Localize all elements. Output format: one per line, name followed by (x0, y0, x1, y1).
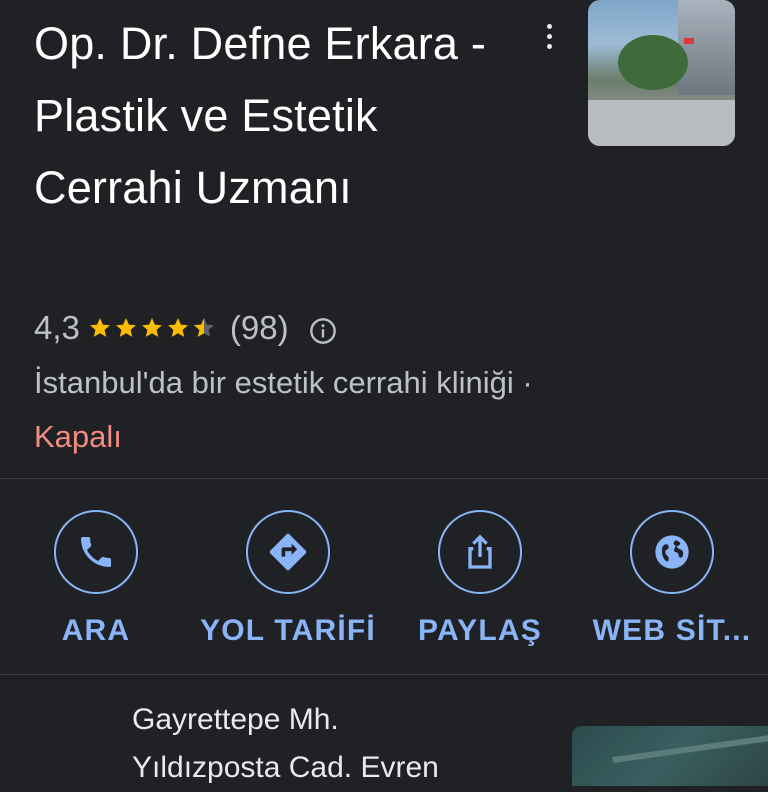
place-category-status: İstanbul'da bir estetik cerrahi kliniği … (34, 356, 554, 464)
directions-label: YOL TARİFİ (200, 614, 376, 647)
address[interactable]: Gayrettepe Mh. Yıldızposta Cad. Evren (132, 696, 552, 792)
star-half-icon (193, 318, 214, 337)
info-icon[interactable] (309, 317, 337, 345)
website-button[interactable]: WEB SİT... (587, 510, 757, 650)
directions-button[interactable]: YOL TARİFİ (200, 510, 376, 650)
map-thumbnail[interactable] (572, 726, 768, 786)
star-icon (89, 318, 110, 337)
rating-stars (88, 316, 218, 340)
star-icon (115, 318, 136, 337)
place-photo-thumbnail[interactable] (588, 0, 735, 146)
action-bar: ARA YOL TARİFİ PAYLAŞ WEB SİT... (0, 478, 768, 674)
call-button[interactable]: ARA (11, 510, 181, 650)
rating-value: 4,3 (34, 309, 80, 346)
separator: · (513, 365, 533, 400)
share-button[interactable]: PAYLAŞ (395, 510, 565, 650)
open-status: Kapalı (34, 419, 122, 454)
website-label: WEB SİT... (592, 614, 752, 647)
rating-row[interactable]: 4,3 (98) (34, 306, 337, 350)
call-label: ARA (61, 614, 131, 647)
directions-icon (269, 533, 307, 571)
place-header: Op. Dr. Defne Erkara - Plastik ve Esteti… (0, 0, 768, 478)
more-vert-icon (546, 23, 552, 29)
share-icon (468, 534, 492, 569)
globe-icon (655, 535, 689, 569)
star-icon (167, 318, 188, 337)
more-options-button[interactable] (532, 18, 566, 54)
address-line-1: Gayrettepe Mh. (132, 703, 339, 736)
phone-icon (81, 537, 111, 567)
share-label: PAYLAŞ (418, 614, 542, 647)
star-icon (141, 318, 162, 337)
divider (0, 674, 768, 675)
rating-count: (98) (229, 309, 289, 346)
place-category: İstanbul'da bir estetik cerrahi kliniği (34, 365, 514, 400)
place-title: Op. Dr. Defne Erkara - Plastik ve Esteti… (34, 18, 487, 213)
